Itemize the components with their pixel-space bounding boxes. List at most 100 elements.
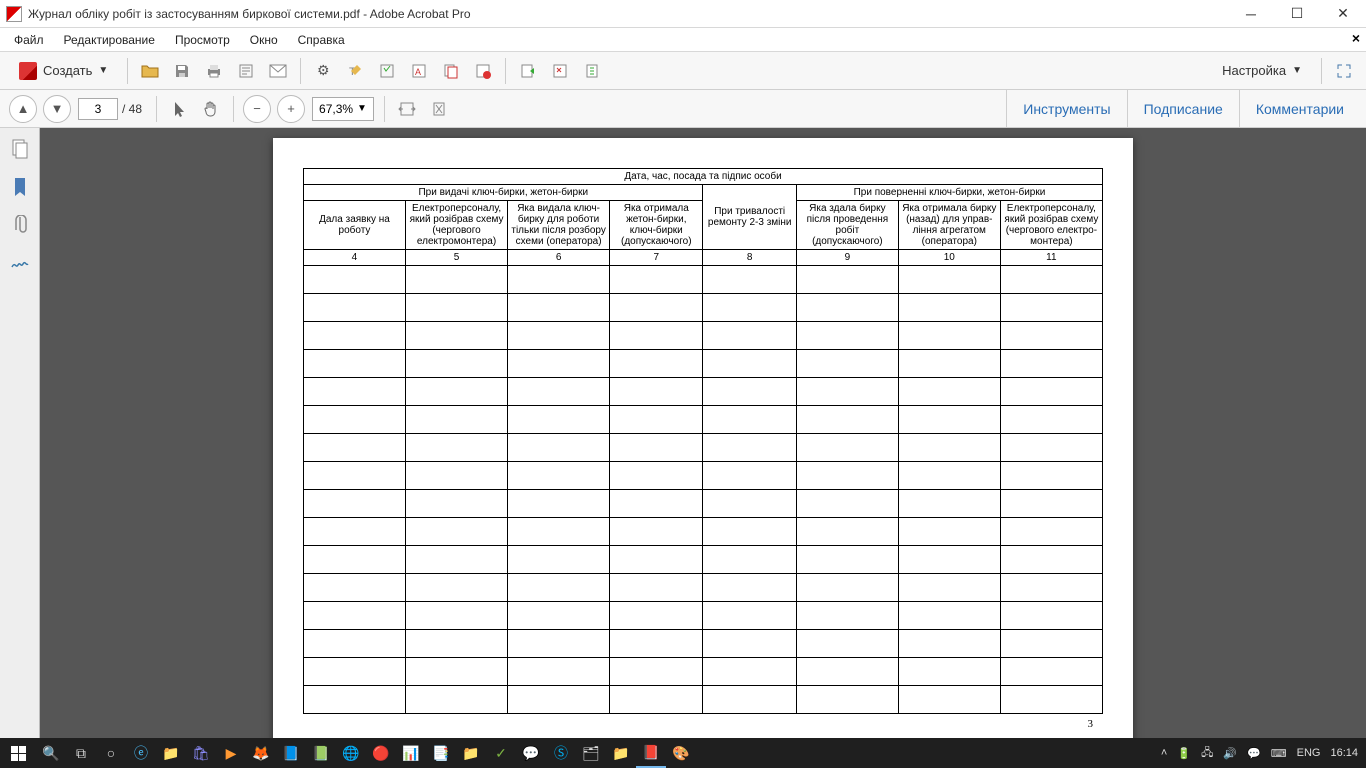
table-col-8: При тривалості ремонту 2-3 зміни [703, 185, 796, 250]
taskbar-app[interactable]: 🔴 [366, 738, 396, 768]
fit-width-icon[interactable] [393, 95, 421, 123]
save-icon[interactable] [168, 57, 196, 85]
taskbar-app[interactable]: 🗂 [576, 738, 606, 768]
taskbar-app[interactable]: 📁 [456, 738, 486, 768]
taskbar-app[interactable]: ▶ [216, 738, 246, 768]
table-row [304, 686, 1103, 714]
tools-panel-link[interactable]: Инструменты [1006, 90, 1126, 128]
tray-battery-icon[interactable]: 🔋 [1177, 747, 1191, 760]
table-row [304, 630, 1103, 658]
tray-keyboard-icon[interactable]: ⌨ [1271, 747, 1287, 760]
action-wizard-icon[interactable] [546, 57, 574, 85]
taskbar-app[interactable]: 📁 [606, 738, 636, 768]
table-row [304, 490, 1103, 518]
tray-volume-icon[interactable]: 🔊 [1223, 747, 1237, 760]
tray-clock[interactable]: 16:14 [1330, 747, 1358, 759]
table-col-5: Електроперсоналу, який розібрав схему (ч… [405, 201, 507, 250]
taskbar-app[interactable]: ⓔ [126, 738, 156, 768]
svg-text:A: A [415, 67, 421, 77]
zoom-in-button[interactable]: + [277, 95, 305, 123]
toolbar-separator [233, 96, 234, 122]
menu-close-icon[interactable]: × [1352, 30, 1360, 46]
tray-chevron-up-icon[interactable]: ˄ [1161, 747, 1167, 759]
taskbar-app[interactable]: 💬 [516, 738, 546, 768]
document-area[interactable]: Дата, час, посада та підпис особи При ви… [40, 128, 1366, 738]
prev-page-button[interactable]: ▲ [9, 95, 37, 123]
table-group-issue: При видачі ключ-бирки, жетон-бирки [304, 185, 703, 201]
sign-panel-link[interactable]: Подписание [1127, 90, 1239, 128]
page-number-input[interactable] [78, 98, 118, 120]
signatures-icon[interactable] [9, 252, 31, 274]
title-bar: Журнал обліку робіт із застосуванням бир… [0, 0, 1366, 28]
print-icon[interactable] [200, 57, 228, 85]
taskbar-app[interactable]: 🌐 [336, 738, 366, 768]
window-title: Журнал обліку робіт із застосуванням бир… [28, 7, 1228, 21]
toolbar-separator [384, 96, 385, 122]
create-label: Создать [43, 63, 92, 78]
table-col-6: Яка видала ключ-бирку для роботи тільки … [508, 201, 610, 250]
table-col-7: Яка отримала жетон-бирки, ключ-бирки (до… [610, 201, 703, 250]
fullscreen-icon[interactable] [1330, 57, 1358, 85]
zoom-dropdown[interactable]: 67,3% ▼ [312, 97, 374, 121]
taskbar-app[interactable]: 📊 [396, 738, 426, 768]
hand-tool-icon[interactable] [197, 95, 225, 123]
workspace: Дата, час, посада та підпис особи При ви… [0, 128, 1366, 738]
maximize-button[interactable]: ☐ [1274, 0, 1320, 28]
table-row [304, 602, 1103, 630]
menu-window[interactable]: Окно [240, 30, 288, 50]
customize-label: Настройка [1222, 63, 1286, 78]
select-tool-icon[interactable] [165, 95, 193, 123]
taskbar-app[interactable]: 🎨 [666, 738, 696, 768]
taskbar-app[interactable]: ✓ [486, 738, 516, 768]
gear-icon[interactable]: ⚙ [309, 57, 337, 85]
menu-edit[interactable]: Редактирование [54, 30, 165, 50]
tray-notifications-icon[interactable]: 💬 [1247, 747, 1261, 760]
system-tray: ˄ 🔋 🖧 🔊 💬 ⌨ ENG 16:14 [1161, 744, 1366, 763]
taskbar: 🔍 ⧉ ○ ⓔ 📁 🛍 ▶ 🦊 📘 📗 🌐 🔴 📊 📑 📁 ✓ 💬 Ⓢ 🗂 📁 … [0, 738, 1366, 768]
attachments-icon[interactable] [9, 214, 31, 236]
table-num-7: 7 [610, 250, 703, 266]
taskbar-app[interactable]: 📗 [306, 738, 336, 768]
create-button[interactable]: Создать ▼ [8, 57, 119, 85]
menu-help[interactable]: Справка [288, 30, 355, 50]
tray-language[interactable]: ENG [1297, 747, 1321, 759]
toolbar-separator [127, 58, 128, 84]
taskbar-app[interactable]: 📁 [156, 738, 186, 768]
toolbar-navigation: ▲ ▼ / 48 − + 67,3% ▼ Инструменты Подписа… [0, 90, 1366, 128]
table-num-10: 10 [898, 250, 1000, 266]
export-icon[interactable] [514, 57, 542, 85]
email-icon[interactable] [264, 57, 292, 85]
open-icon[interactable] [136, 57, 164, 85]
stamp-icon[interactable]: A [405, 57, 433, 85]
next-page-button[interactable]: ▼ [43, 95, 71, 123]
bookmark-icon[interactable] [9, 176, 31, 198]
start-button[interactable] [0, 738, 36, 768]
cortana-icon[interactable]: ○ [96, 738, 126, 768]
taskbar-app[interactable]: 📑 [426, 738, 456, 768]
index-icon[interactable] [578, 57, 606, 85]
taskbar-app-active[interactable]: 📕 [636, 738, 666, 768]
task-view-icon[interactable]: ⧉ [66, 738, 96, 768]
table-col-11: Електроперсоналу, який розібрав схему (ч… [1000, 201, 1102, 250]
taskbar-app[interactable]: 🛍 [186, 738, 216, 768]
search-icon[interactable]: 🔍 [36, 738, 66, 768]
comments-panel-link[interactable]: Комментарии [1239, 90, 1360, 128]
close-button[interactable]: ✕ [1320, 0, 1366, 28]
taskbar-app[interactable]: 🦊 [246, 738, 276, 768]
zoom-out-button[interactable]: − [243, 95, 271, 123]
text-edit-icon[interactable]: T [341, 57, 369, 85]
menu-view[interactable]: Просмотр [165, 30, 240, 50]
customize-button[interactable]: Настройка ▼ [1211, 57, 1313, 85]
taskbar-app[interactable]: Ⓢ [546, 738, 576, 768]
form-icon[interactable] [373, 57, 401, 85]
redact-icon[interactable] [469, 57, 497, 85]
fit-page-icon[interactable] [425, 95, 453, 123]
table-row [304, 546, 1103, 574]
minimize-button[interactable]: ─ [1228, 0, 1274, 28]
menu-file[interactable]: Файл [4, 30, 54, 50]
page-thumbnails-icon[interactable] [9, 138, 31, 160]
taskbar-app[interactable]: 📘 [276, 738, 306, 768]
combine-icon[interactable] [437, 57, 465, 85]
edit-text-icon[interactable] [232, 57, 260, 85]
tray-network-icon[interactable]: 🖧 [1201, 744, 1213, 763]
